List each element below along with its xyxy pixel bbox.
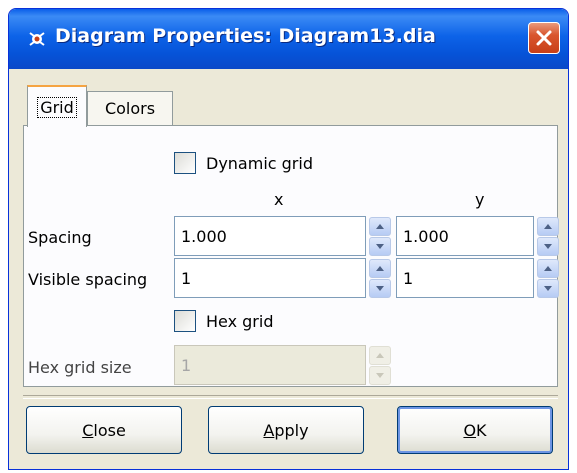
- title-bar[interactable]: Diagram Properties: Diagram13.dia: [9, 9, 568, 69]
- visible-spacing-label: Visible spacing: [28, 270, 148, 289]
- visible-spacing-x-value: 1: [181, 269, 192, 288]
- spacing-y-arrows: [537, 217, 559, 257]
- visible-spacing-y-arrows: [537, 259, 559, 299]
- spin-down-icon: [376, 373, 384, 378]
- hex-grid-size-decrement[interactable]: [369, 366, 391, 385]
- spin-up-icon: [376, 224, 384, 229]
- hex-grid-size-increment[interactable]: [369, 346, 391, 365]
- window-close-button[interactable]: [528, 22, 560, 54]
- spacing-x-increment[interactable]: [369, 217, 391, 236]
- apply-button[interactable]: Apply: [208, 406, 364, 454]
- diagram-properties-dialog: Diagram Properties: Diagram13.dia Grid C…: [8, 8, 569, 470]
- button-separator: [23, 395, 558, 399]
- hex-grid-size-label: Hex grid size: [28, 358, 132, 377]
- spacing-y-decrement[interactable]: [537, 237, 559, 256]
- spacing-y-spinbox[interactable]: 1.000: [396, 216, 559, 256]
- visible-spacing-y-value: 1: [403, 269, 414, 288]
- apply-button-label: pply: [274, 420, 309, 440]
- apply-button-mnemonic: A: [263, 420, 275, 440]
- ok-button[interactable]: OK: [397, 406, 553, 454]
- spin-down-icon: [376, 286, 384, 291]
- spin-up-icon: [376, 266, 384, 271]
- spin-down-icon: [544, 286, 552, 291]
- close-icon: [536, 30, 552, 46]
- spin-down-icon: [376, 244, 384, 249]
- visible-spacing-y-spinbox[interactable]: 1: [396, 258, 559, 298]
- spin-down-icon: [544, 244, 552, 249]
- grid-tab-panel: Dynamic grid x y Spacing 1.000 1.000 Vis…: [23, 125, 559, 387]
- visible-spacing-x-increment[interactable]: [369, 259, 391, 278]
- hex-grid-size-arrows: [369, 346, 391, 386]
- window-title: Diagram Properties: Diagram13.dia: [55, 25, 436, 47]
- tab-grid[interactable]: Grid: [27, 85, 87, 127]
- close-button[interactable]: Close: [26, 406, 182, 454]
- ok-button-label: K: [476, 420, 487, 440]
- hex-grid-size-value: 1: [181, 356, 192, 375]
- column-x-header: x: [274, 190, 284, 209]
- spacing-label: Spacing: [28, 228, 92, 247]
- spin-up-icon: [544, 224, 552, 229]
- visible-spacing-x-decrement[interactable]: [369, 279, 391, 298]
- hex-grid-checkbox[interactable]: [174, 310, 196, 332]
- spacing-y-value: 1.000: [403, 227, 449, 246]
- spin-up-icon: [376, 353, 384, 358]
- tab-colors-label: Colors: [104, 99, 156, 118]
- spacing-x-spinbox[interactable]: 1.000: [174, 216, 391, 256]
- hex-grid-size-spinbox[interactable]: 1: [174, 345, 391, 385]
- dynamic-grid-label[interactable]: Dynamic grid: [206, 154, 313, 173]
- visible-spacing-x-arrows: [369, 259, 391, 299]
- close-button-label: lose: [93, 420, 126, 440]
- visible-spacing-y-increment[interactable]: [537, 259, 559, 278]
- spacing-x-decrement[interactable]: [369, 237, 391, 256]
- hex-grid-label[interactable]: Hex grid: [206, 312, 273, 331]
- ok-button-mnemonic: O: [463, 420, 477, 440]
- dia-app-icon: [29, 32, 45, 46]
- tab-grid-label: Grid: [37, 96, 77, 118]
- tab-colors[interactable]: Colors: [87, 91, 173, 125]
- spacing-x-arrows: [369, 217, 391, 257]
- spacing-x-value: 1.000: [181, 227, 227, 246]
- visible-spacing-y-decrement[interactable]: [537, 279, 559, 298]
- visible-spacing-x-spinbox[interactable]: 1: [174, 258, 391, 298]
- close-button-mnemonic: C: [82, 420, 94, 440]
- spacing-y-increment[interactable]: [537, 217, 559, 236]
- spin-up-icon: [544, 266, 552, 271]
- column-y-header: y: [475, 190, 485, 209]
- dynamic-grid-checkbox[interactable]: [174, 152, 196, 174]
